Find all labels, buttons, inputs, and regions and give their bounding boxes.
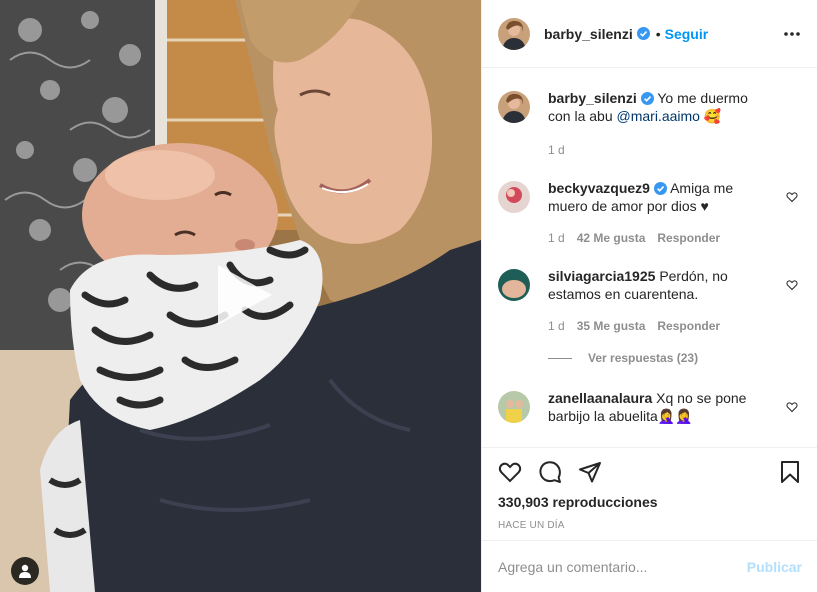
- post-sidebar: barby_silenzi • Seguir barby_silenzi Yo …: [481, 0, 817, 592]
- save-bookmark-icon[interactable]: [778, 460, 802, 484]
- comments-list[interactable]: barby_silenzi Yo me duermo con la abu @m…: [482, 69, 817, 447]
- caption-meta: 1 d: [548, 143, 565, 157]
- comment-body: silviagarcia1925 Perdón, no estamos en c…: [548, 267, 774, 303]
- like-comment-heart-icon[interactable]: [786, 279, 798, 291]
- comment-username[interactable]: beckyvazquez9: [548, 180, 650, 196]
- share-direct-icon[interactable]: [578, 460, 602, 484]
- post-date[interactable]: HACE UN DÍA: [498, 520, 565, 531]
- commenter-avatar[interactable]: [498, 269, 530, 301]
- comment-likes[interactable]: 35 Me gusta: [577, 319, 646, 333]
- post-header: barby_silenzi • Seguir: [482, 0, 817, 68]
- tagged-users-button[interactable]: [11, 557, 39, 585]
- commenter-avatar[interactable]: [498, 181, 530, 213]
- caption-emoji: 🥰: [703, 108, 722, 124]
- comment-time[interactable]: 1 d: [548, 231, 565, 245]
- comment-time[interactable]: 1 d: [548, 319, 565, 333]
- comment-username[interactable]: silviagarcia1925: [548, 268, 655, 284]
- comment-body: beckyvazquez9 Amiga me muero de amor por…: [548, 179, 774, 215]
- follow-button[interactable]: Seguir: [665, 26, 709, 42]
- verified-badge-icon: [653, 182, 667, 195]
- action-icons: [498, 460, 802, 484]
- commenter-avatar[interactable]: [498, 391, 530, 423]
- comment-composer: Publicar: [482, 540, 817, 592]
- more-options-icon[interactable]: [782, 24, 802, 44]
- like-heart-icon[interactable]: [498, 460, 522, 484]
- comment-bubble-icon[interactable]: [538, 460, 562, 484]
- reply-button[interactable]: Responder: [657, 319, 720, 333]
- video-panel[interactable]: [0, 0, 481, 592]
- post-actions: 330,903 reproducciones HACE UN DÍA: [482, 447, 817, 531]
- caption-time[interactable]: 1 d: [548, 143, 565, 157]
- user-icon: [19, 564, 31, 578]
- caption-mention[interactable]: @mari.aaimo: [617, 108, 700, 124]
- comment-meta: 1 d 42 Me gusta Responder: [548, 231, 720, 245]
- author-username[interactable]: barby_silenzi: [544, 26, 633, 42]
- caption-avatar[interactable]: [498, 91, 530, 123]
- caption-username[interactable]: barby_silenzi: [548, 90, 637, 106]
- view-replies-label: Ver respuestas (23): [588, 351, 699, 365]
- separator-dot: •: [655, 25, 661, 42]
- comment-input[interactable]: [498, 558, 747, 575]
- replies-divider: [548, 357, 572, 359]
- comment-likes[interactable]: 42 Me gusta: [577, 231, 646, 245]
- view-replies-button[interactable]: Ver respuestas (23): [548, 351, 698, 365]
- verified-badge-icon: [640, 92, 654, 105]
- view-count[interactable]: 330,903 reproducciones: [498, 494, 658, 510]
- play-icon: [218, 265, 272, 325]
- author-avatar[interactable]: [498, 17, 530, 50]
- play-button[interactable]: [208, 260, 278, 330]
- reply-button[interactable]: Responder: [657, 231, 720, 245]
- comment-body: zanellaanalaura Xq no se pone barbijo la…: [548, 389, 774, 425]
- verified-badge-icon: [636, 27, 650, 40]
- caption-body: barby_silenzi Yo me duermo con la abu @m…: [548, 89, 774, 125]
- instagram-post: barby_silenzi • Seguir barby_silenzi Yo …: [0, 0, 817, 592]
- comment-meta: 1 d 35 Me gusta Responder: [548, 319, 720, 333]
- like-comment-heart-icon[interactable]: [786, 191, 798, 203]
- publish-button[interactable]: Publicar: [747, 559, 802, 575]
- like-comment-heart-icon[interactable]: [786, 401, 798, 413]
- comment-username[interactable]: zanellaanalaura: [548, 390, 652, 406]
